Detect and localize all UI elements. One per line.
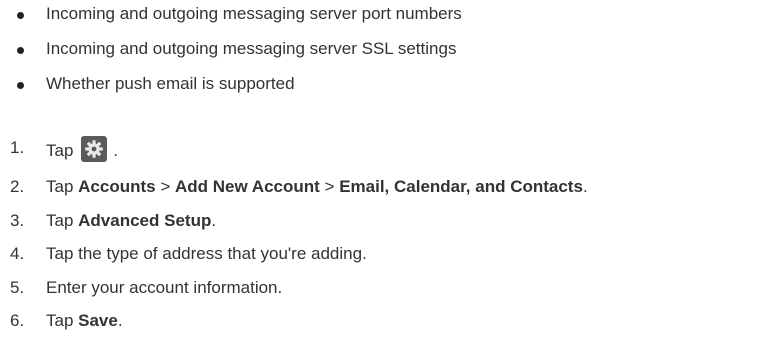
step-text: Tap xyxy=(46,311,79,330)
list-item-text: Whether push email is supported xyxy=(46,74,295,93)
step-number: 2. xyxy=(10,177,25,196)
step-body: Tap . xyxy=(46,136,119,164)
bullet-icon xyxy=(17,82,24,89)
step-text: > xyxy=(155,177,175,196)
bullet-icon xyxy=(17,47,24,54)
step-text: . xyxy=(117,311,123,330)
step-text: Tap the type of address that you're addi… xyxy=(46,244,367,263)
step-text: > xyxy=(319,177,340,196)
menu-save: Save xyxy=(78,311,118,330)
bullet-icon xyxy=(17,12,24,19)
step-number: 1. xyxy=(10,138,25,157)
menu-add-new-account: Add New Account xyxy=(174,177,320,196)
step-body: Tap the type of address that you're addi… xyxy=(46,244,367,264)
list-item-text: Incoming and outgoing messaging server p… xyxy=(46,4,462,23)
step-number: 5. xyxy=(10,278,25,297)
step-text: . xyxy=(582,177,588,196)
step-number: 6. xyxy=(10,311,25,330)
step-number: 3. xyxy=(10,211,25,230)
step-body: Tap Accounts > Add New Account > Email, … xyxy=(46,177,588,197)
step-text: . xyxy=(211,211,217,230)
step-body: Tap Advanced Setup . xyxy=(46,211,216,231)
step-body: Enter your account information. xyxy=(46,278,282,298)
menu-email-calendar-contacts: Email, Calendar, and Contacts xyxy=(339,177,583,196)
gear-icon xyxy=(81,136,108,162)
step-text: . xyxy=(113,140,119,160)
menu-advanced-setup: Advanced Setup xyxy=(78,211,212,230)
step-text: Enter your account information. xyxy=(46,278,283,297)
step-body: Tap Save . xyxy=(46,311,123,331)
step-text: Tap xyxy=(46,140,74,160)
list-item-text: Incoming and outgoing messaging server S… xyxy=(46,39,457,58)
step-text: Tap xyxy=(46,211,79,230)
menu-accounts: Accounts xyxy=(78,177,156,196)
step-text: Tap xyxy=(46,177,79,196)
step-number: 4. xyxy=(10,244,25,263)
